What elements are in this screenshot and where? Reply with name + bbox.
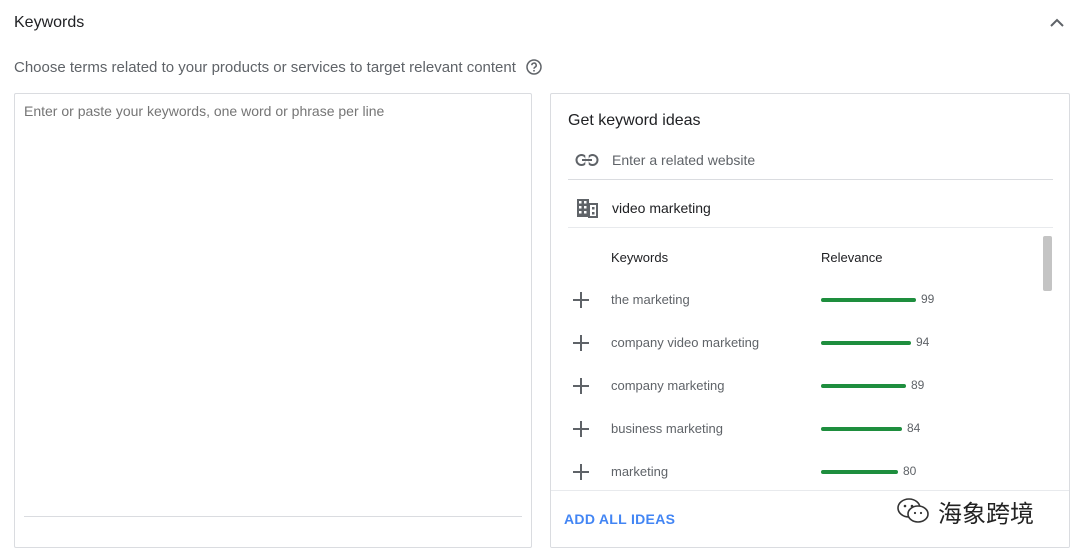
keyword-ideas-panel: Get keyword ideas Enter a related websit… — [550, 93, 1070, 548]
idea-keyword: the marketing — [611, 292, 690, 307]
link-icon — [570, 152, 604, 167]
relevance-bar — [821, 427, 902, 431]
plus-icon[interactable] — [571, 419, 591, 439]
collapse-button[interactable] — [1044, 12, 1070, 34]
list-item: company marketing 89 — [551, 365, 1051, 408]
idea-keyword: company video marketing — [611, 335, 760, 350]
help-circle-icon[interactable] — [525, 58, 543, 76]
product-service-field — [568, 188, 1053, 228]
keywords-textarea[interactable] — [24, 103, 522, 503]
section-title: Keywords — [14, 14, 85, 31]
list-item: the marketing 99 — [551, 279, 1051, 322]
keyword-ideas-list: Keywords Relevance the marketing 99 comp… — [551, 234, 1069, 489]
list-item: company video marketing 94 — [551, 322, 1051, 365]
keywords-section-header: Keywords — [0, 0, 1080, 48]
chevron-up-icon — [1050, 18, 1064, 27]
idea-keyword: marketing — [611, 464, 669, 479]
plus-icon[interactable] — [571, 290, 591, 310]
list-item: marketing 80 — [551, 451, 1051, 489]
idea-keyword: business marketing — [611, 421, 723, 436]
plus-icon[interactable] — [571, 462, 591, 482]
keywords-input-box — [14, 93, 532, 548]
section-subtitle: Choose terms related to your products or… — [14, 58, 543, 76]
wechat-icon — [897, 498, 929, 523]
relevance-bar — [821, 470, 898, 474]
related-website-input[interactable] — [612, 151, 1032, 168]
relevance-score: 80 — [903, 464, 917, 478]
relevance-bar — [821, 384, 906, 388]
plus-icon[interactable] — [571, 333, 591, 353]
relevance-bar — [821, 298, 916, 302]
ideas-title: Get keyword ideas — [568, 112, 701, 129]
add-all-ideas-button[interactable]: ADD ALL IDEAS — [564, 511, 675, 527]
textarea-underline — [24, 516, 522, 517]
related-website-field — [568, 140, 1053, 180]
subtitle-text: Choose terms related to your products or… — [14, 58, 516, 76]
product-service-input[interactable] — [612, 199, 1032, 216]
idea-keyword: company marketing — [611, 378, 725, 393]
watermark-text: 海象跨境 — [938, 499, 1034, 528]
list-item: business marketing 84 — [551, 408, 1051, 451]
building-icon — [570, 198, 604, 218]
column-header-keywords: Keywords — [611, 250, 669, 265]
relevance-score: 89 — [911, 378, 925, 392]
relevance-score: 99 — [921, 292, 935, 306]
column-header-relevance: Relevance — [821, 250, 883, 265]
plus-icon[interactable] — [571, 376, 591, 396]
watermark: 海象跨境 — [896, 491, 1034, 531]
relevance-bar — [821, 341, 911, 345]
relevance-score: 94 — [916, 335, 930, 349]
relevance-score: 84 — [907, 421, 921, 435]
